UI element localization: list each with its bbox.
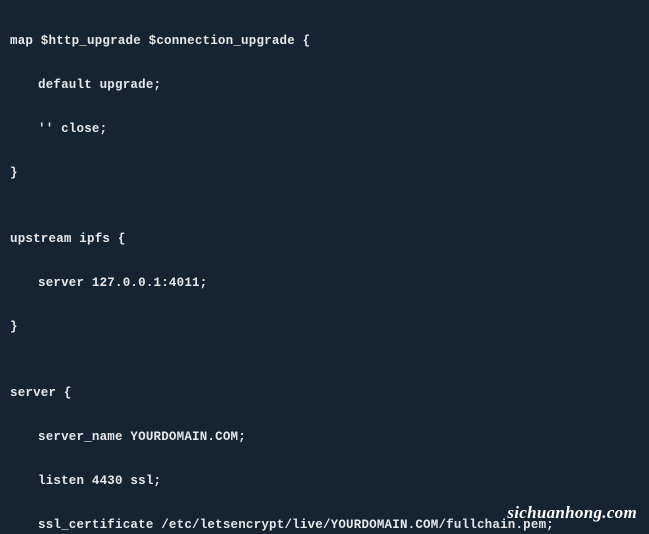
- code-line: server 127.0.0.1:4011;: [10, 272, 639, 294]
- code-line: '' close;: [10, 118, 639, 140]
- code-line: server {: [10, 382, 639, 404]
- code-block: map $http_upgrade $connection_upgrade { …: [0, 0, 649, 534]
- watermark-text: sichuanhong.com: [507, 502, 637, 524]
- code-line: }: [10, 316, 639, 338]
- code-line: }: [10, 162, 639, 184]
- code-line: default upgrade;: [10, 74, 639, 96]
- code-line: server_name YOURDOMAIN.COM;: [10, 426, 639, 448]
- code-line: map $http_upgrade $connection_upgrade {: [10, 30, 639, 52]
- code-line: upstream ipfs {: [10, 228, 639, 250]
- code-line: listen 4430 ssl;: [10, 470, 639, 492]
